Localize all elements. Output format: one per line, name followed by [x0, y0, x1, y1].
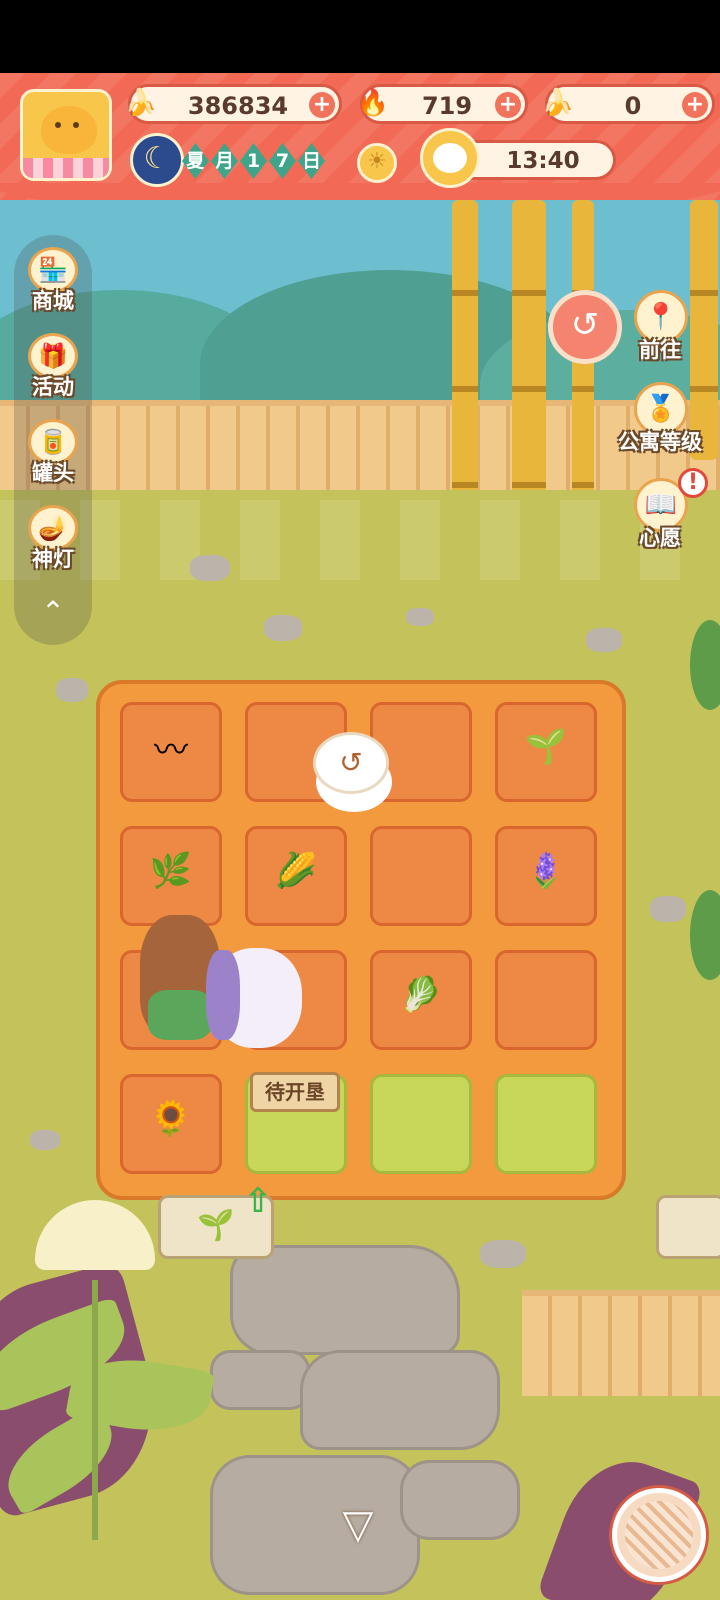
unicorn-mane	[206, 950, 240, 1040]
banana-icon: 🍌	[124, 88, 158, 118]
dog-avatar-icon	[41, 106, 97, 154]
wish-button[interactable]: 📖 心愿 !	[612, 468, 708, 558]
lamp-label: 神灯	[32, 547, 74, 571]
shop-button[interactable]: 🏪 商城	[18, 247, 88, 317]
blue-flame-icon: 🔥	[356, 88, 390, 118]
sunflower-icon: 🌻	[149, 1099, 193, 1140]
farm-plot[interactable]: 🪻	[495, 826, 597, 926]
alert-badge: !	[678, 468, 708, 498]
apartment-level-button[interactable]: 🏅 公寓等级	[612, 382, 708, 462]
can-button[interactable]: 🥫 罐头	[18, 419, 88, 489]
calendar[interactable]: ☾ 夏 月 1 7 日	[130, 133, 350, 189]
farm-plot[interactable]: 🥬	[370, 950, 472, 1050]
player-avatar[interactable]	[20, 89, 112, 181]
blue-banana-icon: 🍌	[541, 88, 575, 118]
flame-value: 719	[421, 92, 473, 120]
farm-plot[interactable]: 🌻	[120, 1074, 222, 1174]
sprout-icon: 🌱	[197, 1208, 235, 1243]
add-blue-banana-button[interactable]: +	[682, 92, 708, 118]
seedling-icon: 🌿	[149, 851, 193, 892]
apartment-level-label: 公寓等级	[618, 430, 702, 454]
side-menu: 🏪 商城 🎁 活动 🥫 罐头 🪔 神灯 ⌃	[14, 235, 92, 645]
banana-counter: 🍌 386834 +	[125, 84, 342, 124]
moon-icon: ☾	[130, 133, 184, 187]
sprout-icon: 🌱	[524, 727, 568, 768]
farm-plot[interactable]: 〰	[120, 702, 222, 802]
date-char: 夏	[182, 143, 209, 179]
vegetable-sign[interactable]	[656, 1195, 720, 1259]
status-bar	[0, 0, 720, 73]
farm-plot[interactable]: 🌽	[245, 826, 347, 926]
event-button[interactable]: 🎁 活动	[18, 333, 88, 403]
blue-banana-counter: 🍌 0 +	[542, 84, 715, 124]
monkey-outfit	[148, 990, 212, 1040]
date-char: 1	[240, 143, 267, 179]
harvest-bubble[interactable]: ↺	[313, 732, 389, 794]
can-label: 罐头	[32, 461, 74, 485]
date-char: 7	[269, 143, 296, 179]
farm-plot[interactable]	[370, 826, 472, 926]
lamp-button[interactable]: 🪔 神灯	[18, 505, 88, 575]
corn-icon: 🌽	[274, 851, 318, 892]
goto-label: 前往	[639, 338, 681, 362]
yarn-ball-button[interactable]	[612, 1488, 706, 1582]
date-char: 月	[211, 143, 238, 179]
farm-plot-uncultivated[interactable]	[370, 1074, 472, 1174]
add-flame-button[interactable]: +	[495, 92, 521, 118]
add-banana-button[interactable]: +	[309, 92, 335, 118]
event-label: 活动	[32, 375, 74, 399]
flame-counter: 🔥 719 +	[357, 84, 528, 124]
banana-value: 386834	[187, 92, 289, 120]
upgrade-arrow-icon[interactable]: ⇧	[240, 1183, 276, 1219]
cat-icon[interactable]	[420, 128, 480, 188]
cabbage-icon: 🥬	[399, 975, 443, 1016]
sun-icon[interactable]: ☀	[357, 143, 397, 183]
clock-time: 13:40	[506, 148, 580, 174]
goto-button[interactable]: 📍 前往	[612, 290, 708, 370]
uncultivated-sign[interactable]: 待开垦	[250, 1072, 340, 1112]
seed-icon: 〰	[154, 730, 188, 771]
lavender-icon: 🪻	[524, 851, 568, 892]
shop-label: 商城	[32, 289, 74, 313]
wish-label: 心愿	[639, 526, 681, 550]
farm-plot[interactable]: 🌿	[120, 826, 222, 926]
farm-plot[interactable]	[495, 950, 597, 1050]
date-char: 日	[298, 143, 325, 179]
scroll-down-button[interactable]: ▽	[330, 1505, 386, 1545]
farm-plot-uncultivated[interactable]	[495, 1074, 597, 1174]
farm-plot[interactable]: 🌱	[495, 702, 597, 802]
sickle-icon: ↺	[339, 746, 363, 779]
blue-banana-value: 0	[624, 92, 642, 120]
collapse-menu-button[interactable]: ⌃	[38, 597, 68, 627]
